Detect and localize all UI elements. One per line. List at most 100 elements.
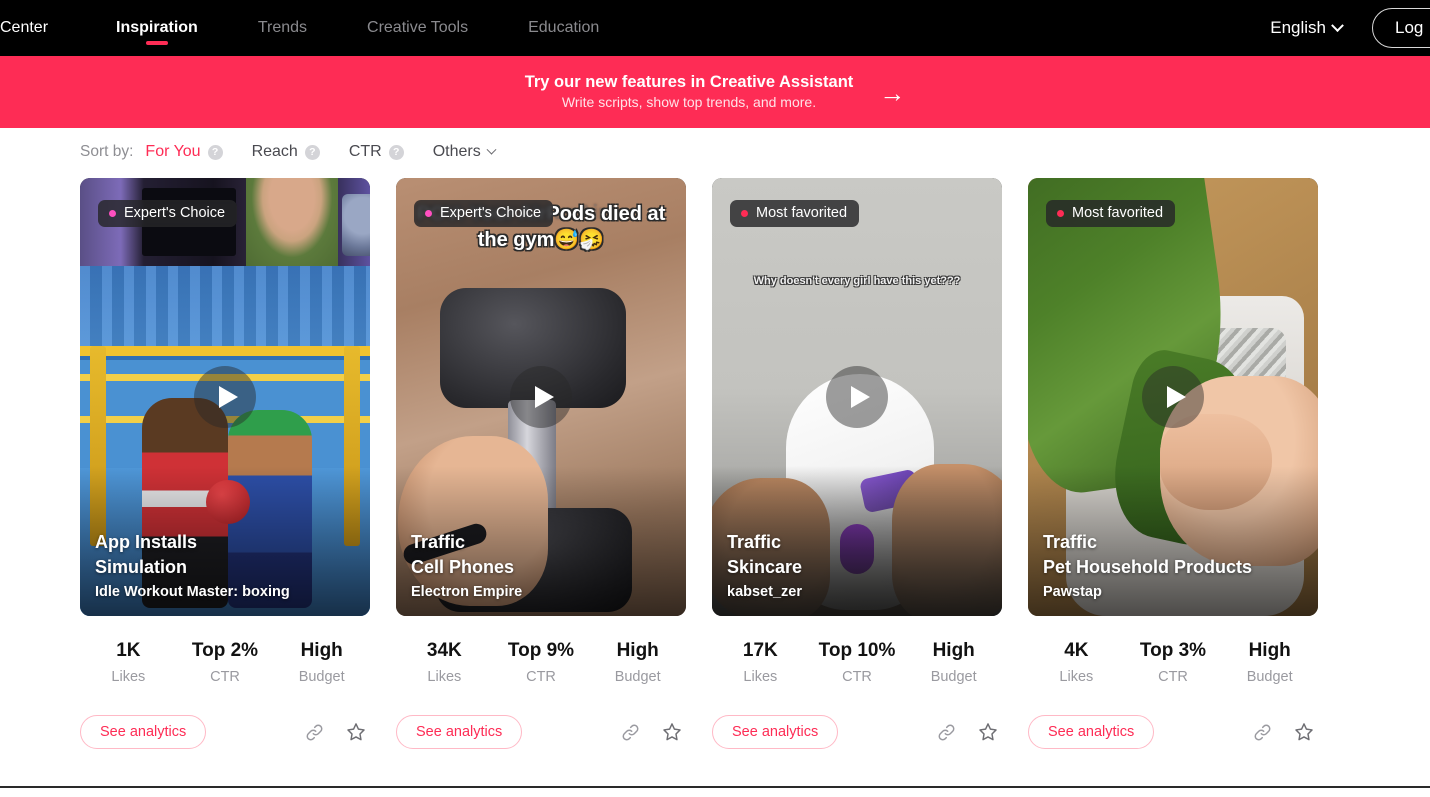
stat-likes: 17K Likes: [712, 640, 809, 685]
star-icon[interactable]: [976, 720, 1000, 744]
sort-others-label: Others: [432, 143, 481, 160]
play-icon[interactable]: [510, 366, 572, 428]
stat-label: CTR: [210, 669, 240, 685]
card-action-icons: [934, 720, 1000, 744]
status-badge: Expert's Choice: [414, 200, 554, 227]
stat-label: Budget: [298, 669, 345, 685]
help-icon[interactable]: ?: [304, 144, 320, 160]
sort-bar: Sort by: For You ? Reach ? CTR ? Others: [80, 139, 497, 165]
stat-label: CTR: [526, 669, 556, 685]
video-thumbnail[interactable]: Most favorited Traffic Pet Household Pro…: [1028, 178, 1318, 616]
brand-name-label: Electron Empire: [411, 584, 523, 600]
video-thumbnail[interactable]: Expert's Choice App Installs Simulation …: [80, 178, 370, 616]
video-thumbnail[interactable]: POV: Your Air POV: Your AirPods died at …: [396, 178, 686, 616]
nav-item-creative-tools[interactable]: Creative Tools: [337, 0, 498, 56]
badge-dot-icon: [109, 209, 116, 217]
sort-option-reach[interactable]: Reach ?: [252, 143, 320, 161]
nav-links: Inspiration Trends Creative Tools Educat…: [86, 0, 629, 56]
stat-value: High: [932, 640, 975, 661]
help-icon[interactable]: ?: [388, 144, 404, 160]
brand-name-label: Idle Workout Master: boxing: [95, 584, 290, 600]
card-actions: See analytics: [80, 715, 370, 749]
nav-item-label: Education: [528, 19, 600, 36]
creative-card: Why doesn't every girl have this yet??? …: [712, 178, 1002, 749]
stat-budget: High Budget: [905, 640, 1002, 685]
card-actions: See analytics: [1028, 715, 1318, 749]
nav-item-inspiration[interactable]: Inspiration: [86, 0, 228, 56]
play-icon[interactable]: [1142, 366, 1204, 428]
sort-option-for-you[interactable]: For You ?: [145, 143, 223, 161]
sort-option-label: For You: [145, 143, 201, 160]
nav-item-trends[interactable]: Trends: [228, 0, 337, 56]
stat-likes: 1K Likes: [80, 640, 177, 685]
card-stats: 4K Likes Top 3% CTR High Budget: [1028, 640, 1318, 685]
login-button[interactable]: Log: [1372, 8, 1430, 48]
status-badge-label: Most favorited: [1072, 205, 1164, 221]
card-stats: 1K Likes Top 2% CTR High Budget: [80, 640, 370, 685]
promo-text: Try our new features in Creative Assista…: [525, 72, 854, 112]
objective-label: Traffic: [727, 531, 782, 552]
nav-item-education[interactable]: Education: [498, 0, 629, 56]
stat-label: Budget: [614, 669, 661, 685]
stat-value: Top 10%: [818, 640, 896, 661]
stat-label: Likes: [111, 669, 146, 685]
status-badge-label: Expert's Choice: [440, 205, 542, 221]
creative-card-grid: Expert's Choice App Installs Simulation …: [80, 178, 1318, 749]
thumbnail-meta: Traffic Skincare kabset_zer: [727, 530, 802, 600]
card-actions: See analytics: [712, 715, 1002, 749]
see-analytics-button[interactable]: See analytics: [396, 715, 523, 749]
status-badge: Most favorited: [730, 200, 860, 227]
play-icon[interactable]: [826, 366, 888, 428]
thumbnail-meta: Traffic Pet Household Products Pawstap: [1043, 530, 1252, 600]
star-icon[interactable]: [1292, 720, 1316, 744]
stat-value: Top 3%: [1139, 640, 1207, 661]
objective-label: App Installs: [95, 531, 198, 552]
link-icon[interactable]: [1250, 720, 1274, 744]
arrow-right-icon[interactable]: →: [879, 80, 905, 106]
chevron-down-icon: [1331, 18, 1344, 32]
link-icon[interactable]: [934, 720, 958, 744]
star-icon[interactable]: [660, 720, 684, 744]
sort-option-ctr[interactable]: CTR ?: [349, 143, 404, 161]
link-icon[interactable]: [302, 720, 326, 744]
stat-label: Likes: [743, 669, 778, 685]
status-badge-label: Expert's Choice: [124, 205, 226, 221]
page-bottom-divider: [0, 786, 1430, 788]
brand-name-label: kabset_zer: [727, 584, 802, 600]
stat-budget: High Budget: [589, 640, 686, 685]
login-button-label: Log: [1395, 18, 1424, 37]
status-badge: Most favorited: [1046, 200, 1176, 227]
stat-likes: 34K Likes: [396, 640, 493, 685]
play-icon[interactable]: [194, 366, 256, 428]
objective-label: Traffic: [411, 531, 466, 552]
see-analytics-button[interactable]: See analytics: [712, 715, 839, 749]
stat-ctr: Top 2% CTR: [177, 640, 274, 685]
card-action-icons: [302, 720, 368, 744]
stat-label: Budget: [930, 669, 977, 685]
stat-value: 17K: [742, 640, 778, 661]
stat-label: Likes: [427, 669, 462, 685]
stat-value: 4K: [1064, 640, 1089, 661]
stat-value: High: [300, 640, 343, 661]
badge-dot-icon: [741, 209, 748, 217]
stat-ctr: Top 10% CTR: [809, 640, 906, 685]
category-label: Cell Phones: [411, 557, 515, 578]
promo-content: Try our new features in Creative Assista…: [525, 72, 906, 112]
stat-ctr: Top 9% CTR: [493, 640, 590, 685]
language-selector[interactable]: English: [1270, 18, 1344, 38]
brand-label[interactable]: Center: [0, 19, 48, 37]
star-icon[interactable]: [344, 720, 368, 744]
see-analytics-button[interactable]: See analytics: [1028, 715, 1155, 749]
link-icon[interactable]: [618, 720, 642, 744]
help-icon[interactable]: ?: [207, 144, 223, 160]
see-analytics-button[interactable]: See analytics: [80, 715, 207, 749]
video-thumbnail[interactable]: Why doesn't every girl have this yet??? …: [712, 178, 1002, 616]
stat-budget: High Budget: [1221, 640, 1318, 685]
nav-right-controls: English Log: [1270, 0, 1430, 56]
thumbnail-meta: Traffic Cell Phones Electron Empire: [411, 530, 522, 600]
creative-assistant-promo-banner[interactable]: Try our new features in Creative Assista…: [0, 56, 1430, 128]
card-actions: See analytics: [396, 715, 686, 749]
sort-by-label: Sort by:: [80, 143, 134, 160]
stat-label: CTR: [842, 669, 872, 685]
sort-others-dropdown[interactable]: Others: [432, 143, 497, 161]
